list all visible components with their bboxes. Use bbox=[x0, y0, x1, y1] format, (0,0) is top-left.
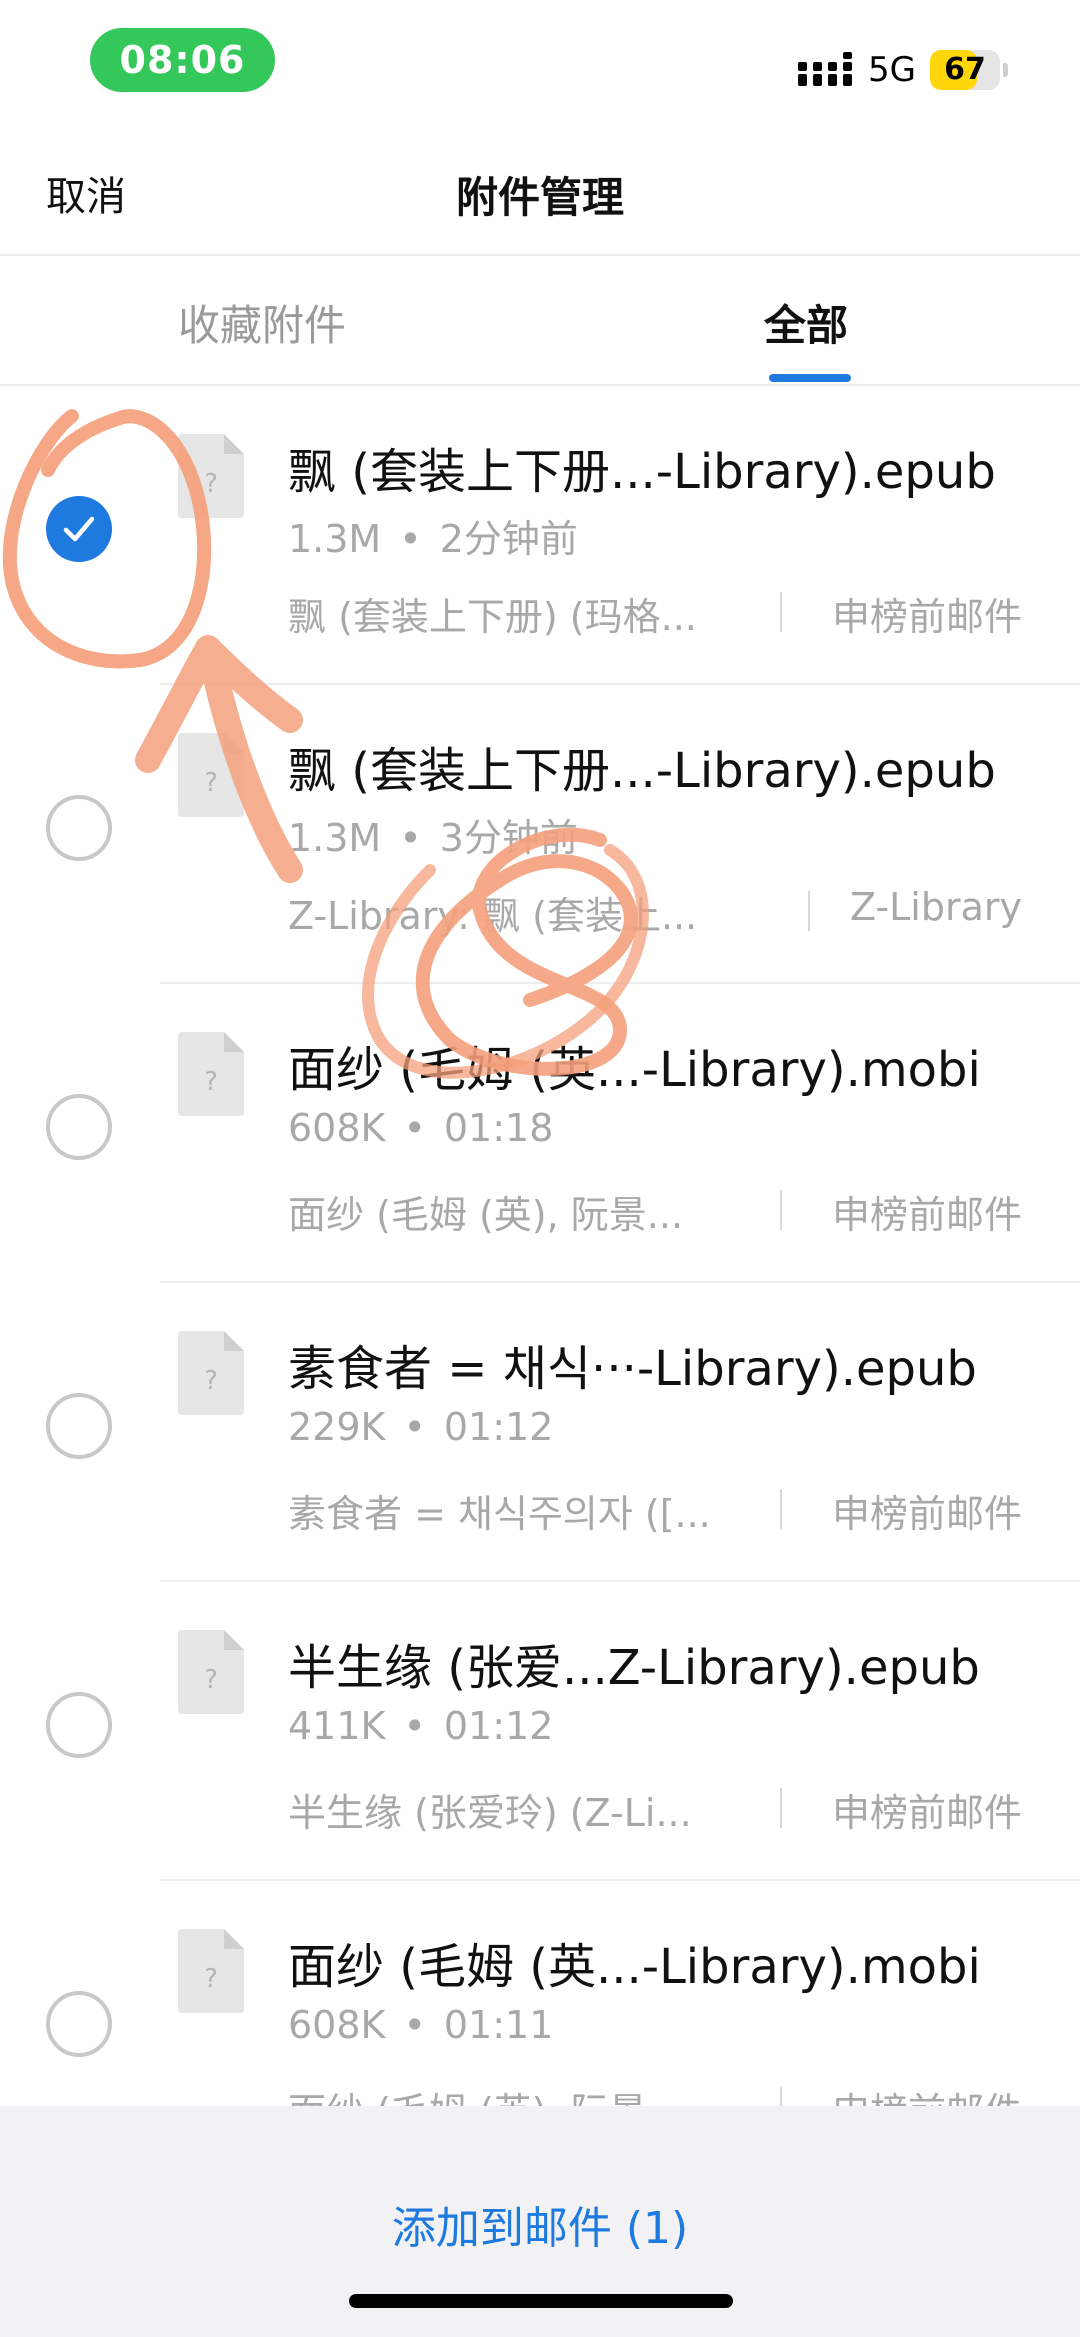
file-size: 608K bbox=[288, 1106, 386, 1150]
battery-level: 67 bbox=[944, 52, 986, 87]
file-meta: 1.3M • 3分钟前 bbox=[288, 816, 578, 860]
attachment-list[interactable]: ? 飘 (套装上下册...-Library).epub 1.3M • 2分钟前 飘 … bbox=[0, 386, 1080, 2106]
file-name: 面纱 (毛姆 (英...-Library).mobi bbox=[288, 1042, 981, 1098]
file-name: 飘 (套装上下册...-Library).epub bbox=[288, 444, 996, 500]
svg-text:?: ? bbox=[204, 469, 218, 499]
divider bbox=[780, 1489, 782, 1529]
tab-all[interactable]: 全部 bbox=[764, 292, 848, 353]
select-checkbox[interactable] bbox=[46, 1991, 112, 2057]
screen: 08:06 5G 67 取消 附件管理 收藏附件 全部 ? 飘 (套装上下册..… bbox=[0, 0, 1080, 2337]
mail-sender: 申榜前邮件 bbox=[832, 2081, 1022, 2106]
status-indicators: 5G 67 bbox=[798, 48, 1008, 92]
divider bbox=[780, 592, 782, 632]
divider bbox=[808, 891, 810, 931]
mail-subject: 素食者 = 채식주의자 ([... bbox=[288, 1492, 711, 1536]
svg-text:?: ? bbox=[204, 1067, 218, 1097]
file-meta: 229K • 01:12 bbox=[288, 1405, 554, 1449]
file-size: 411K bbox=[288, 1704, 386, 1748]
status-bar: 08:06 5G 67 bbox=[0, 0, 1080, 130]
file-time: 01:12 bbox=[443, 1704, 554, 1748]
file-time: 01:12 bbox=[443, 1405, 554, 1449]
file-meta: 411K • 01:12 bbox=[288, 1704, 554, 1748]
mail-subject: 半生缘 (张爱玲) (Z-Li... bbox=[288, 1791, 692, 1835]
tab-bar: 收藏附件 全部 bbox=[0, 256, 1080, 386]
add-to-mail-button[interactable]: 添加到邮件 (1) bbox=[0, 2192, 1080, 2256]
file-source: 半生缘 (张爱玲) (Z-Li... 申榜前邮件 bbox=[288, 1782, 1048, 1835]
nav-bar: 取消 附件管理 bbox=[0, 130, 1080, 256]
divider bbox=[780, 1788, 782, 1828]
file-name: 飘 (套装上下册...-Library).epub bbox=[288, 743, 996, 799]
svg-text:?: ? bbox=[204, 1366, 218, 1396]
unknown-file-icon: ? bbox=[178, 1032, 244, 1116]
list-item[interactable]: ? 面纱 (毛姆 (英...-Library).mobi 608K • 01:11 … bbox=[0, 1881, 1080, 2106]
unknown-file-icon: ? bbox=[178, 733, 244, 817]
battery-icon: 67 bbox=[930, 50, 1008, 90]
file-source: 面纱 (毛姆 (英), 阮景... 申榜前邮件 bbox=[288, 1184, 1048, 1237]
select-checkbox[interactable] bbox=[46, 1094, 112, 1160]
mail-subject: 飘 (套装上下册) (玛格... bbox=[288, 595, 697, 639]
file-time: 01:11 bbox=[443, 2003, 554, 2047]
list-item[interactable]: ? 素食者 = 채식···-Library).epub 229K • 01:12 素… bbox=[0, 1283, 1080, 1582]
list-item[interactable]: ? 半生缘 (张爱...Z-Library).epub 411K • 01:12 半… bbox=[0, 1582, 1080, 1881]
mail-subject: 面纱 (毛姆 (英), 阮景... bbox=[288, 2081, 683, 2106]
unknown-file-icon: ? bbox=[178, 1331, 244, 1415]
divider bbox=[780, 2087, 782, 2106]
mail-sender: 申榜前邮件 bbox=[831, 1492, 1022, 1536]
file-name: 素食者 = 채식···-Library).epub bbox=[288, 1341, 977, 1397]
file-name: 面纱 (毛姆 (英...-Library).mobi bbox=[288, 1939, 981, 1995]
file-time: 01:18 bbox=[443, 1106, 554, 1150]
checkmark-icon bbox=[63, 516, 95, 542]
select-checkbox[interactable] bbox=[46, 1393, 112, 1459]
status-time[interactable]: 08:06 bbox=[90, 28, 275, 92]
file-meta: 1.3M • 2分钟前 bbox=[288, 517, 578, 561]
svg-text:?: ? bbox=[204, 1665, 218, 1695]
file-source: Z-Library: 飘 (套装上... Z-Library bbox=[288, 885, 1048, 938]
mail-subject: Z-Library: 飘 (套装上... bbox=[288, 894, 698, 938]
divider bbox=[780, 1190, 782, 1230]
active-tab-indicator bbox=[769, 374, 851, 382]
mail-sender: Z-Library bbox=[850, 885, 1022, 929]
mail-sender: 申榜前邮件 bbox=[831, 1193, 1022, 1237]
list-item[interactable]: ? 飘 (套装上下册...-Library).epub 1.3M • 3分钟前 Z-… bbox=[0, 685, 1080, 984]
unknown-file-icon: ? bbox=[178, 434, 244, 518]
unknown-file-icon: ? bbox=[178, 1929, 244, 2013]
unknown-file-icon: ? bbox=[178, 1630, 244, 1714]
mail-sender: 申榜前邮件 bbox=[831, 1791, 1022, 1835]
network-type: 5G bbox=[868, 50, 916, 90]
mail-sender: 申榜前邮件 bbox=[831, 595, 1022, 639]
file-size: 229K bbox=[288, 1405, 386, 1449]
file-size: 1.3M bbox=[288, 517, 382, 561]
list-item[interactable]: ? 面纱 (毛姆 (英...-Library).mobi 608K • 01:18 … bbox=[0, 984, 1080, 1283]
page-title: 附件管理 bbox=[455, 173, 624, 222]
file-source: 面纱 (毛姆 (英), 阮景... 申榜前邮件 bbox=[288, 2081, 1048, 2106]
file-source: 素食者 = 채식주의자 ([... 申榜前邮件 bbox=[288, 1483, 1048, 1536]
file-size: 1.3M bbox=[288, 816, 382, 860]
file-source: 飘 (套装上下册) (玛格... 申榜前邮件 bbox=[288, 586, 1048, 639]
select-checkbox-checked[interactable] bbox=[46, 496, 112, 562]
mail-subject: 面纱 (毛姆 (英), 阮景... bbox=[288, 1193, 684, 1237]
file-time: 2分钟前 bbox=[439, 517, 578, 561]
list-item[interactable]: ? 飘 (套装上下册...-Library).epub 1.3M • 2分钟前 飘 … bbox=[0, 386, 1080, 685]
svg-text:?: ? bbox=[204, 768, 218, 798]
file-name: 半生缘 (张爱...Z-Library).epub bbox=[288, 1640, 980, 1696]
file-meta: 608K • 01:18 bbox=[288, 1106, 554, 1150]
file-meta: 608K • 01:11 bbox=[288, 2003, 554, 2047]
select-checkbox[interactable] bbox=[46, 795, 112, 861]
file-time: 3分钟前 bbox=[439, 816, 578, 860]
tab-favorites[interactable]: 收藏附件 bbox=[178, 292, 346, 353]
signal-bars-icon bbox=[798, 52, 853, 86]
select-checkbox[interactable] bbox=[46, 1692, 112, 1758]
svg-text:?: ? bbox=[204, 1964, 218, 1994]
file-size: 608K bbox=[288, 2003, 386, 2047]
home-indicator[interactable] bbox=[349, 2294, 733, 2308]
